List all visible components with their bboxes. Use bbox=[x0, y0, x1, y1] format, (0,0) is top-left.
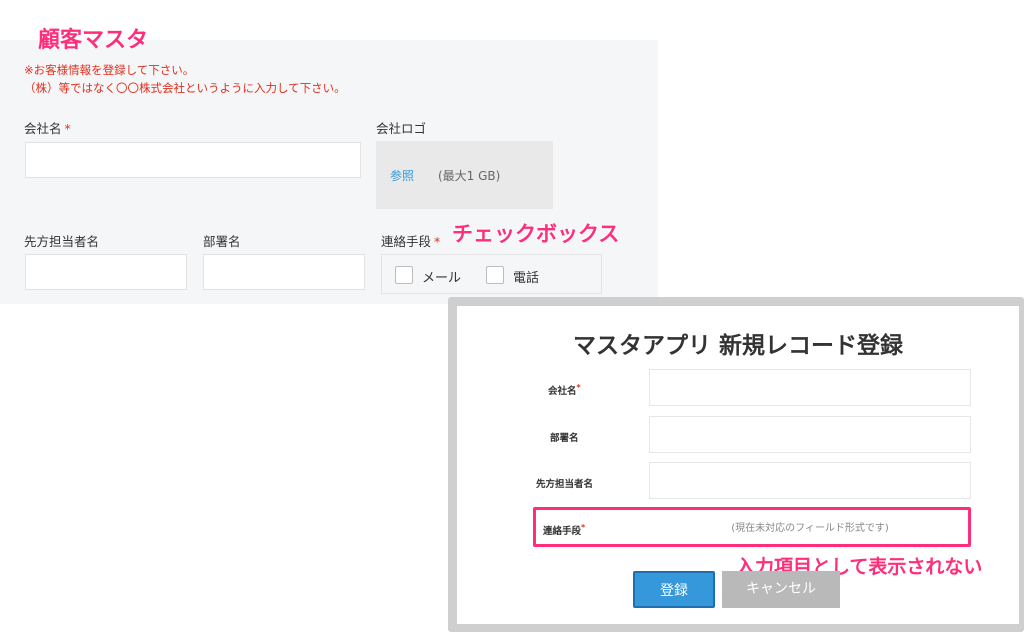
browse-link[interactable]: 参照 bbox=[390, 167, 414, 184]
dialog-company-label: 会社名* bbox=[548, 383, 581, 397]
dialog-title: マスタアプリ 新規レコード登録 bbox=[572, 333, 903, 359]
annotation-checkbox: チェックボックス bbox=[452, 222, 620, 246]
dialog-contact-person-label: 先方担当者名 bbox=[536, 479, 594, 490]
company-name-input[interactable] bbox=[25, 142, 361, 178]
cancel-button[interactable]: キャンセル bbox=[722, 571, 840, 608]
required-mark: * bbox=[64, 121, 71, 136]
register-button[interactable]: 登録 bbox=[633, 571, 715, 608]
dialog-company-label-text: 会社名 bbox=[548, 386, 577, 397]
contact-person-label: 先方担当者名 bbox=[24, 234, 100, 249]
annotation-title: 顧客マスタ bbox=[38, 28, 149, 53]
department-input[interactable] bbox=[203, 254, 365, 290]
contact-method-label: 連絡手段 * bbox=[381, 231, 440, 250]
notice-line-2: （株）等ではなく〇〇株式会社というように入力して下さい。 bbox=[24, 81, 346, 95]
contact-method-label-text: 連絡手段 bbox=[381, 234, 432, 249]
dialog-contact-person-input[interactable] bbox=[649, 462, 971, 499]
dialog-department-input[interactable] bbox=[649, 416, 971, 453]
highlight-box bbox=[533, 507, 971, 547]
phone-checkbox-label[interactable]: 電話 bbox=[513, 267, 539, 286]
contact-person-input[interactable] bbox=[25, 254, 187, 290]
phone-checkbox[interactable] bbox=[486, 266, 504, 284]
email-checkbox-label[interactable]: メール bbox=[422, 267, 461, 286]
dialog-company-input[interactable] bbox=[649, 369, 971, 406]
dialog-department-label: 部署名 bbox=[550, 433, 579, 444]
email-checkbox[interactable] bbox=[395, 266, 413, 284]
required-mark: * bbox=[434, 234, 441, 249]
company-name-label: 会社名 * bbox=[24, 118, 71, 137]
notice-line-1: ※お客様情報を登録して下さい。 bbox=[24, 63, 195, 77]
department-label: 部署名 bbox=[203, 234, 241, 249]
required-mark: * bbox=[576, 383, 581, 392]
max-size-text: (最大1 GB) bbox=[438, 169, 501, 183]
logo-upload-area[interactable]: 参照 (最大1 GB) bbox=[376, 141, 553, 209]
company-logo-label: 会社ロゴ bbox=[376, 121, 427, 136]
company-name-label-text: 会社名 bbox=[24, 121, 62, 136]
contact-method-checkbox-group: メール 電話 bbox=[381, 254, 602, 294]
